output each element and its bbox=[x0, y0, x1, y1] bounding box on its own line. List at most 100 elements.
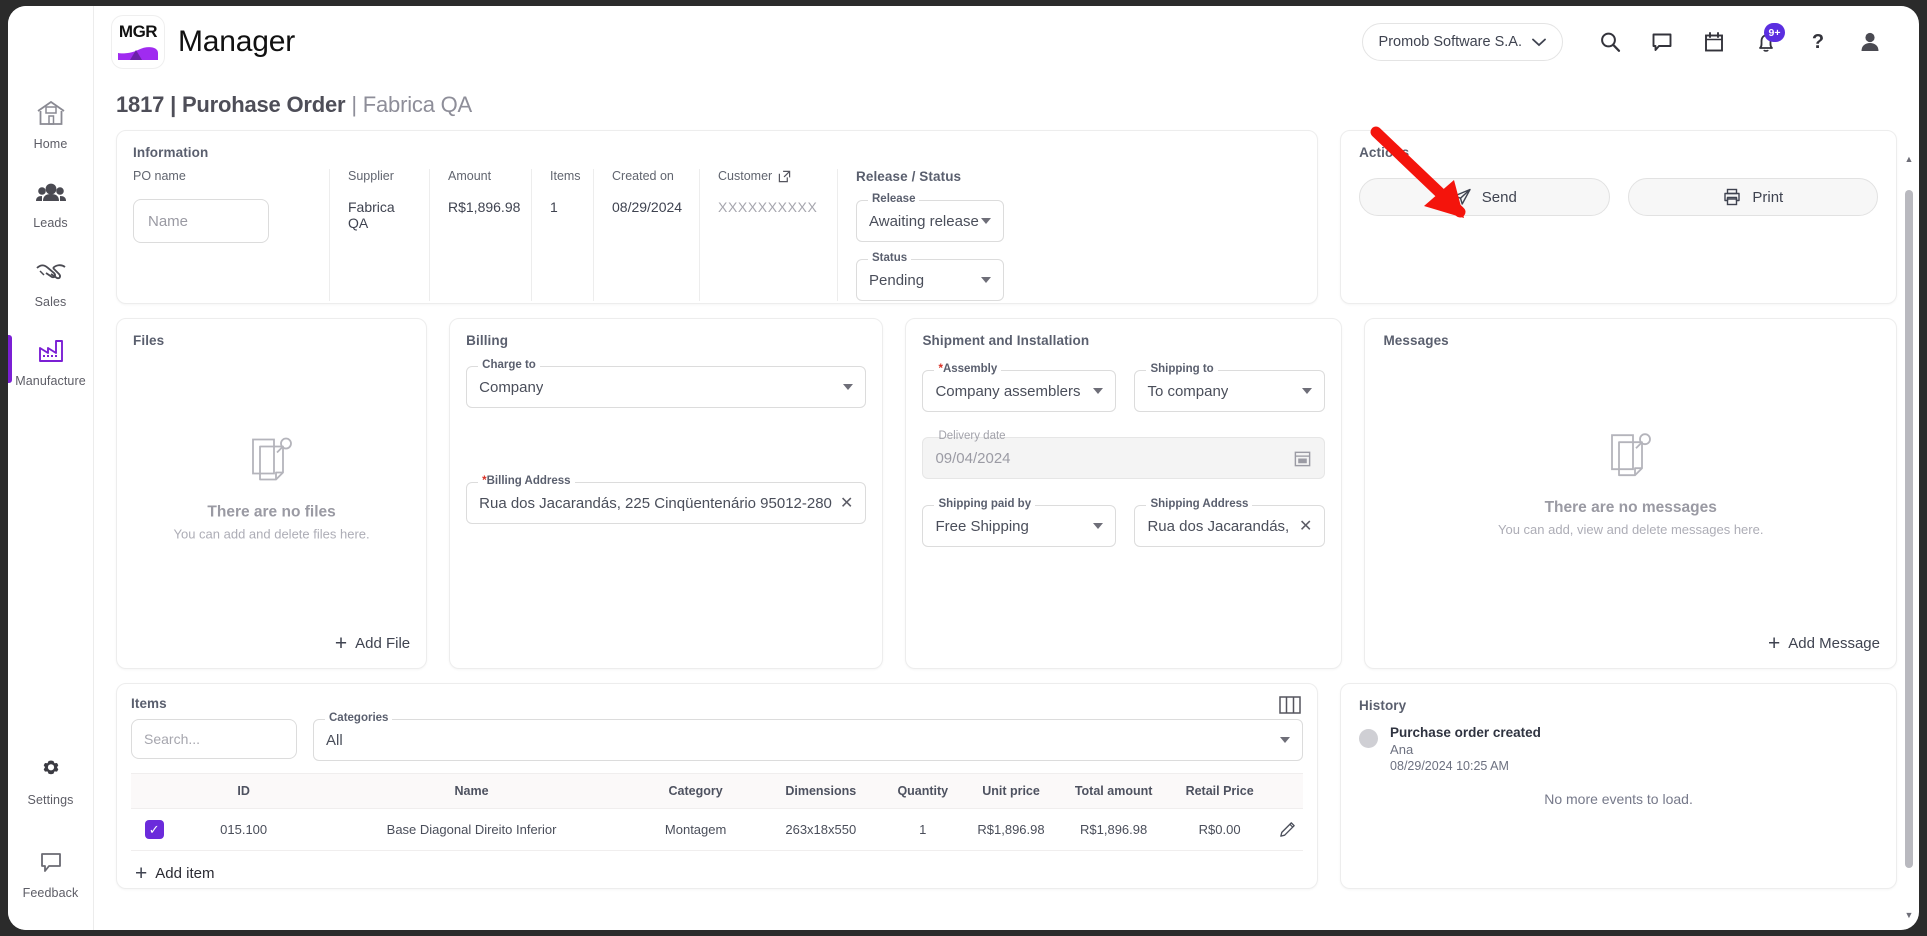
chevron-down-icon bbox=[1093, 523, 1104, 529]
billing-card: Billing Charge to Company *Billing Addre… bbox=[449, 318, 884, 669]
add-file-button[interactable]: + Add File bbox=[335, 633, 410, 654]
col-id: ID bbox=[177, 773, 310, 809]
messages-card: Messages There are no messages You can a… bbox=[1364, 318, 1897, 669]
scrollbar[interactable]: ▲ ▼ bbox=[1903, 154, 1915, 920]
sidebar-item-manufacture[interactable]: Manufacture bbox=[8, 321, 94, 400]
scrollbar-thumb[interactable] bbox=[1905, 190, 1913, 868]
org-selector[interactable]: Promob Software S.A. bbox=[1361, 23, 1563, 61]
app-window: Home Leads Sales Manufacture Settings Fe… bbox=[8, 6, 1919, 930]
chevron-down-icon bbox=[1532, 38, 1546, 46]
messages-title: Messages bbox=[1383, 333, 1449, 348]
add-message-button[interactable]: + Add Message bbox=[1768, 633, 1880, 654]
help-icon: ? bbox=[1812, 31, 1824, 53]
profile-button[interactable] bbox=[1847, 19, 1893, 65]
status-value: Pending bbox=[869, 271, 925, 289]
order-number: 1817 bbox=[116, 92, 165, 117]
assembly-label-text: Assembly bbox=[942, 363, 998, 375]
info-col-po-name: PO name Name bbox=[133, 169, 329, 301]
files-title: Files bbox=[133, 333, 165, 348]
sidebar-item-label: Sales bbox=[34, 295, 67, 309]
files-empty-state: There are no files You can add and delet… bbox=[117, 433, 426, 541]
external-link-icon[interactable] bbox=[778, 170, 791, 183]
add-item-button[interactable]: + Add item bbox=[131, 851, 1303, 896]
search-button[interactable] bbox=[1587, 19, 1633, 65]
items-table-head: ID Name Category Dimensions Quantity Uni… bbox=[131, 773, 1304, 809]
shipment-card: Shipment and Installation *Assembly Comp… bbox=[905, 318, 1343, 669]
release-select[interactable]: Release Awaiting release bbox=[856, 193, 1004, 242]
release-status-block: Release / Status Release Awaiting releas… bbox=[837, 169, 1004, 301]
logo-text: MGR bbox=[118, 22, 158, 41]
sidebar-item-leads[interactable]: Leads bbox=[8, 163, 94, 242]
help-button[interactable]: ? bbox=[1795, 19, 1841, 65]
search-icon bbox=[1601, 32, 1621, 52]
title-sep-2: | bbox=[345, 92, 363, 117]
amount-label: Amount bbox=[448, 169, 492, 183]
information-title: Information bbox=[133, 145, 209, 160]
categories-select[interactable]: Categories All bbox=[313, 712, 1304, 761]
col-actions bbox=[1272, 773, 1304, 809]
chevron-down-icon bbox=[981, 218, 991, 224]
scroll-up-icon[interactable]: ▲ bbox=[1903, 154, 1915, 164]
row-checkbox[interactable]: ✓ bbox=[144, 820, 164, 839]
clear-icon[interactable]: ✕ bbox=[1291, 516, 1312, 536]
col-total-amount: Total amount bbox=[1060, 773, 1168, 809]
actions-card: Actions Send Print bbox=[1340, 130, 1897, 304]
items-title: Items bbox=[131, 696, 167, 711]
cell-name: Base Diagonal Direito Inferior bbox=[309, 808, 634, 851]
items-table-body: ✓ 015.100 Base Diagonal Direito Inferior… bbox=[131, 808, 1304, 851]
page-content: 1817 | Purohase Order | Fabrica QA Infor… bbox=[94, 78, 1919, 930]
shipping-paid-by-select[interactable]: Shipping paid by Free Shipping bbox=[922, 498, 1117, 547]
assembly-label: *Assembly bbox=[934, 363, 1002, 375]
amount-value: R$1,896.98 bbox=[448, 199, 521, 215]
toggle-columns-icon[interactable] bbox=[1279, 696, 1301, 714]
status-select[interactable]: Status Pending bbox=[856, 252, 1004, 301]
clear-icon[interactable]: ✕ bbox=[832, 493, 853, 513]
delivery-date-field: Delivery date 09/04/2024 bbox=[922, 430, 1326, 479]
assembly-select[interactable]: *Assembly Company assemblers bbox=[922, 363, 1117, 412]
sidebar-item-settings[interactable]: Settings bbox=[8, 740, 94, 833]
messages-empty-title: There are no messages bbox=[1544, 498, 1717, 516]
print-button[interactable]: Print bbox=[1627, 178, 1879, 216]
shipping-address-field[interactable]: Shipping Address Rua dos Jacarandás, 225… bbox=[1134, 498, 1326, 547]
edit-icon[interactable] bbox=[1278, 820, 1297, 839]
created-on-value: 08/29/2024 bbox=[612, 199, 683, 215]
history-no-more-label: No more events to load. bbox=[1544, 791, 1693, 807]
info-col-customer: Customer XXXXXXXXXX bbox=[699, 169, 837, 301]
sidebar-item-feedback[interactable]: Feedback bbox=[8, 833, 94, 930]
categories-label: Categories bbox=[325, 712, 393, 724]
sidebar-item-home[interactable]: Home bbox=[8, 84, 94, 163]
items-header: Items bbox=[131, 696, 1303, 711]
chat-button[interactable] bbox=[1639, 19, 1685, 65]
shipping-to-value: To company bbox=[1147, 382, 1229, 400]
chat-icon bbox=[1652, 33, 1672, 51]
billing-address-label-text: Billing Address bbox=[486, 475, 571, 487]
charge-to-select[interactable]: Charge to Company bbox=[466, 359, 867, 408]
scroll-down-icon[interactable]: ▼ bbox=[1903, 910, 1915, 920]
shipping-to-select[interactable]: Shipping to To company bbox=[1134, 363, 1326, 412]
leads-icon bbox=[8, 177, 94, 211]
billing-address-field[interactable]: *Billing Address Rua dos Jacarandás, 225… bbox=[466, 475, 867, 524]
cell-unit-price: R$1,896.98 bbox=[961, 808, 1061, 851]
info-col-supplier: Supplier Fabrica QA bbox=[329, 169, 429, 301]
chevron-down-icon bbox=[843, 384, 854, 390]
categories-value: All bbox=[326, 731, 343, 749]
shipping-address-value: Rua dos Jacarandás, 225 bbox=[1147, 517, 1291, 535]
col-dimensions: Dimensions bbox=[757, 773, 884, 809]
history-event-title: Purchase order created bbox=[1390, 725, 1541, 740]
table-row[interactable]: ✓ 015.100 Base Diagonal Direito Inferior… bbox=[131, 808, 1304, 851]
sidebar-item-sales[interactable]: Sales bbox=[8, 242, 94, 321]
plus-icon: + bbox=[334, 632, 348, 655]
calendar-button[interactable] bbox=[1691, 19, 1737, 65]
search-input[interactable]: Search... bbox=[131, 719, 297, 759]
send-button[interactable]: Send bbox=[1359, 178, 1610, 216]
calendar-icon[interactable] bbox=[1293, 449, 1312, 468]
po-name-input[interactable]: Name bbox=[133, 199, 269, 243]
row-details: Files There are no files You can add and… bbox=[116, 318, 1897, 669]
col-name: Name bbox=[309, 773, 634, 809]
history-title: History bbox=[1359, 698, 1407, 713]
profile-icon bbox=[1861, 32, 1879, 51]
charge-to-value: Company bbox=[479, 378, 544, 396]
notifications-button[interactable]: 9+ bbox=[1743, 19, 1789, 65]
cell-edit bbox=[1272, 808, 1304, 851]
cell-retail-price: R$0.00 bbox=[1167, 808, 1273, 851]
